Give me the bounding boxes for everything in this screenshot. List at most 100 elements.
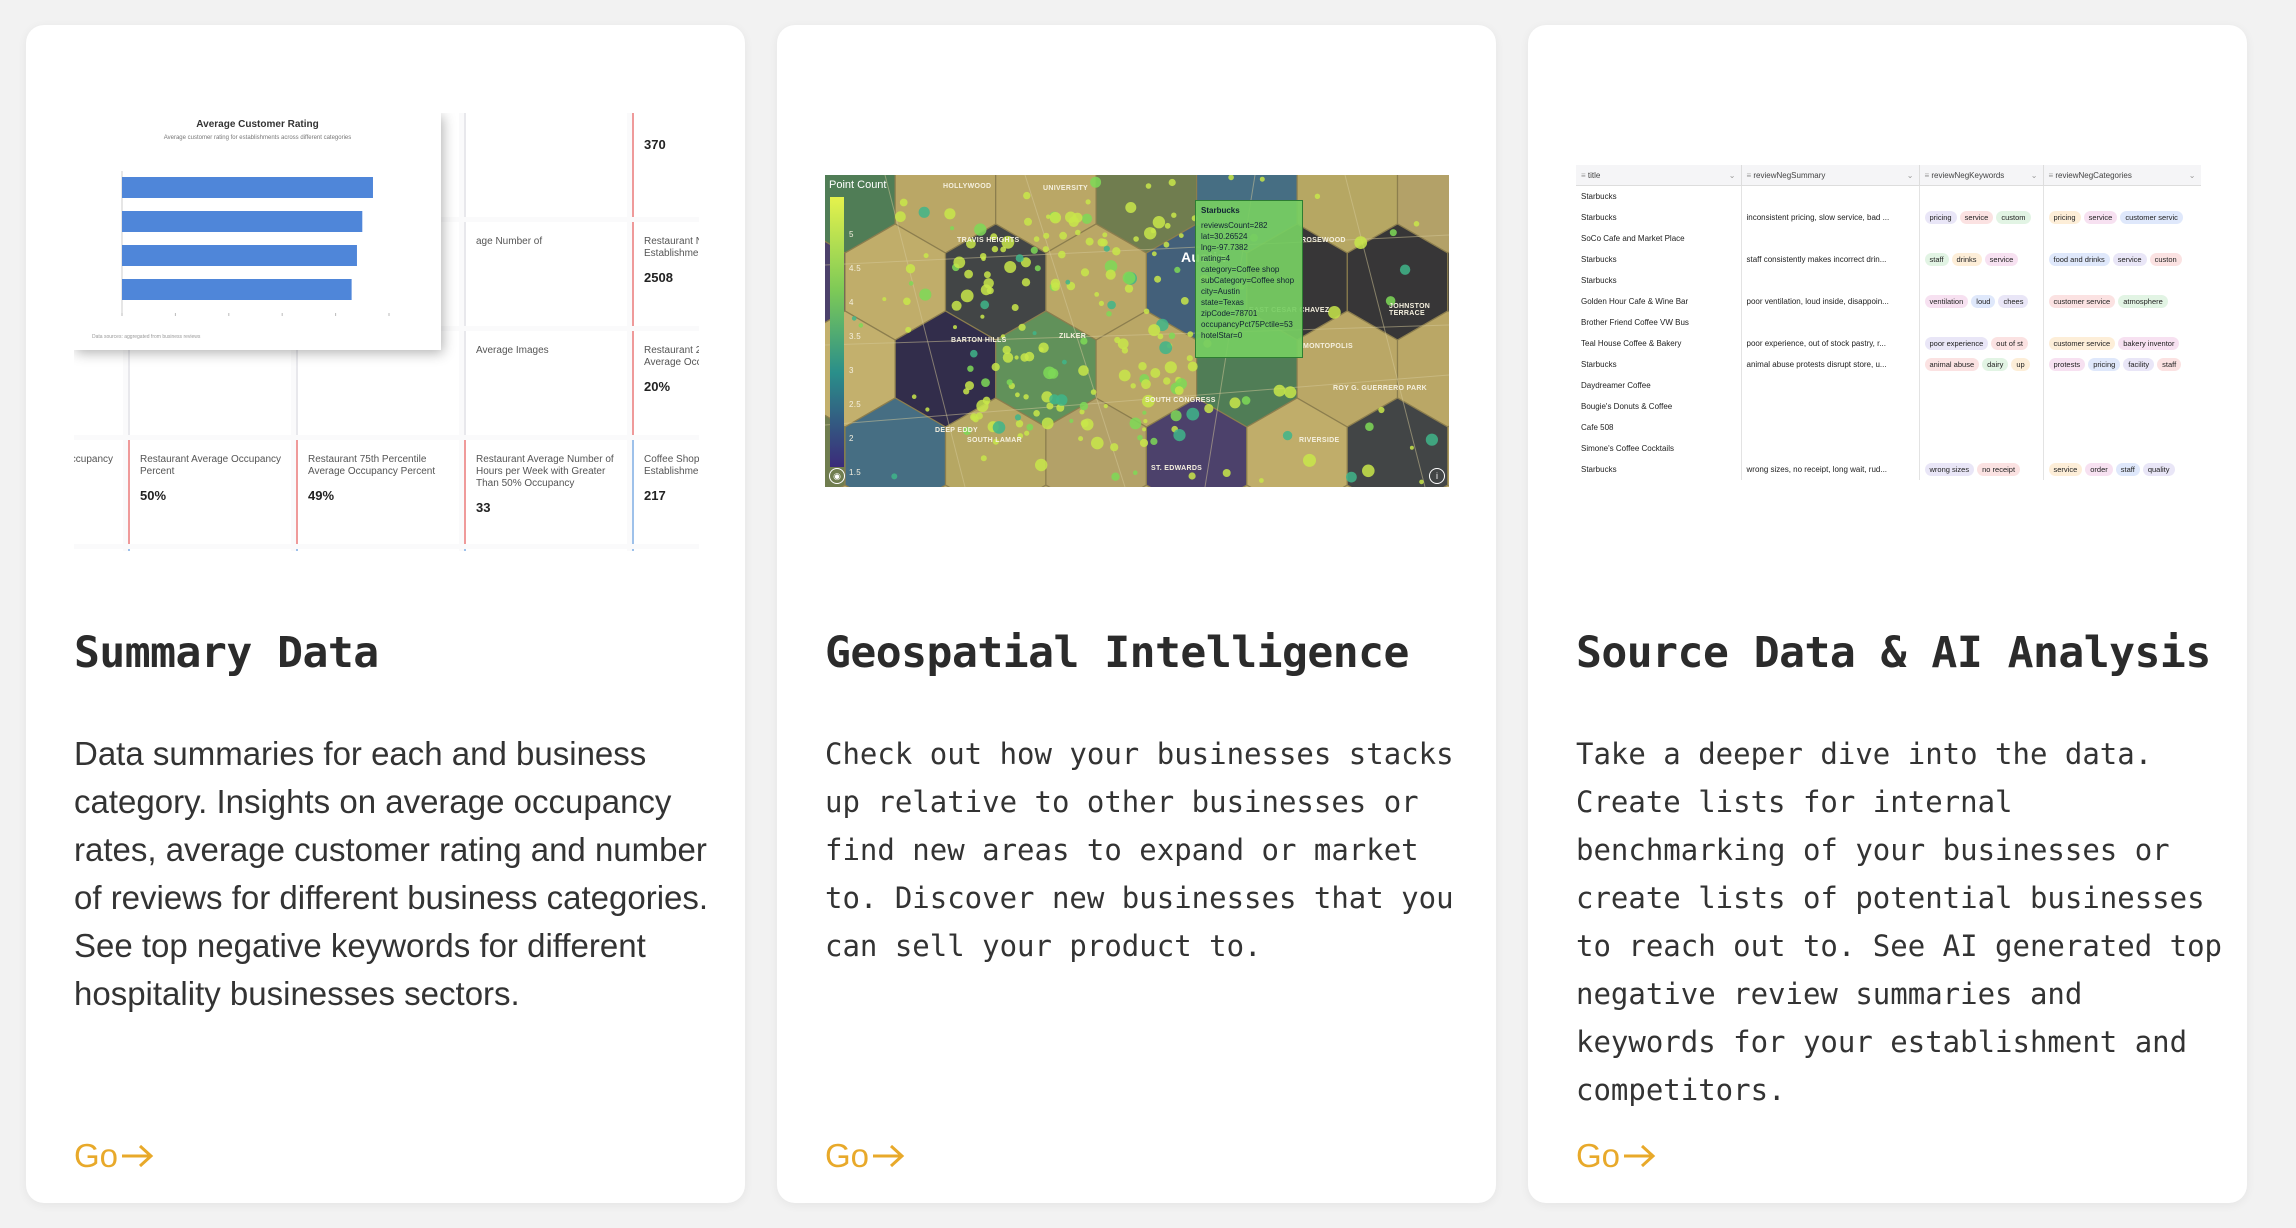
- categories-cell: [2043, 417, 2201, 438]
- summary-cell: poor ventilation, loud inside, disappoin…: [1741, 291, 1920, 312]
- metric-label: Coffee Shop Number of Establishments: [644, 454, 699, 477]
- keywords-cell: pricing service custom: [1919, 207, 2044, 228]
- table-row[interactable]: Simone's Coffee Cocktails: [1576, 438, 2201, 459]
- business-point: [1006, 379, 1013, 386]
- business-point: [1111, 472, 1120, 481]
- chevron-down-icon[interactable]: ⌄: [2189, 171, 2196, 180]
- map-place-label: ROSEWOOD: [1301, 237, 1346, 244]
- title-cell: Starbucks: [1576, 249, 1742, 270]
- table-row[interactable]: Bougie's Donuts & Coffee: [1576, 396, 2201, 417]
- source-data-go-link[interactable]: Go: [1576, 1137, 1656, 1175]
- business-point: [992, 421, 1006, 434]
- categories-cell: [2043, 312, 2201, 333]
- business-point: [911, 394, 917, 399]
- keyword-chip: ventilation: [1924, 295, 1969, 308]
- business-point: [1143, 419, 1148, 424]
- business-point: [1033, 236, 1040, 242]
- map-place-label: Roy G. Guerrero Park: [1333, 385, 1428, 392]
- business-point: [970, 349, 978, 358]
- business-point: [1378, 406, 1385, 414]
- table-row[interactable]: Starbucks inconsistent pricing, slow serv…: [1576, 207, 2201, 228]
- table-row[interactable]: Starbucks: [1576, 270, 2201, 291]
- table-header-row: ≡ title ⌄ ≡ reviewNegSummary ⌄ ≡ reviewNeg…: [1576, 165, 2201, 186]
- metric-value: 2508: [644, 270, 673, 285]
- column-header-label: reviewNegSummary: [1753, 170, 1826, 180]
- business-point: [983, 278, 994, 289]
- geospatial-go-link[interactable]: Go: [825, 1137, 905, 1175]
- chevron-down-icon[interactable]: ⌄: [1907, 171, 1914, 180]
- table-row[interactable]: Teal House Coffee & Bakery poor experienc…: [1576, 333, 2201, 354]
- category-chip: protests: [2048, 358, 2086, 371]
- business-point: [858, 323, 864, 328]
- table-row[interactable]: Cafe 508: [1576, 417, 2201, 438]
- table-row[interactable]: Starbucks wrong sizes, no receipt, long w…: [1576, 459, 2201, 480]
- location-icon[interactable]: ◉: [829, 468, 845, 484]
- info-icon[interactable]: i: [1429, 468, 1445, 484]
- business-point: [1145, 183, 1152, 189]
- chevron-down-icon[interactable]: ⌄: [1729, 171, 1736, 180]
- title-cell: Starbucks: [1576, 207, 1742, 228]
- business-point: [1187, 331, 1194, 337]
- business-point: [1106, 311, 1112, 317]
- business-point: [1103, 245, 1110, 252]
- table-row[interactable]: Daydreamer Coffee: [1576, 375, 2201, 396]
- business-point: [1282, 430, 1293, 441]
- table-row[interactable]: Starbucks staff consistently makes incorr…: [1576, 249, 2201, 270]
- column-header[interactable]: ≡ reviewNegCategories ⌄: [2043, 165, 2201, 186]
- business-point: [1125, 202, 1137, 213]
- category-chip: custon: [2149, 253, 2182, 266]
- rating-chart-footnote: Data sources: aggregated from business r…: [92, 334, 201, 340]
- geospatial-card: Point Count 5 4.5 4 3.5 3 2.5 2 1.5 HOLLYWOOD TR…: [777, 25, 1496, 1203]
- tooltip-line: reviewsCount=282: [1201, 221, 1268, 230]
- summary-cell: [1741, 417, 1920, 438]
- category-chip: pricing: [2048, 211, 2081, 224]
- business-point: [1157, 333, 1164, 340]
- metric-card: [464, 113, 627, 217]
- summary-cell: [1741, 270, 1920, 291]
- business-point: [1014, 414, 1022, 421]
- metric-value: 370: [644, 137, 666, 152]
- metric-value: 20%: [644, 379, 671, 394]
- business-point: [1015, 392, 1020, 398]
- business-point: [1110, 443, 1119, 452]
- business-point: [1065, 279, 1071, 285]
- business-point: [1014, 355, 1019, 360]
- table-row[interactable]: Brother Friend Coffee VW Bus: [1576, 312, 2201, 333]
- tooltip-lines: reviewsCount=282 lat=30.26524 lng=-97.7382…: [1201, 220, 1297, 341]
- business-point: [1389, 229, 1397, 237]
- summary-go-link[interactable]: Go: [74, 1137, 154, 1175]
- title-cell: Daydreamer Coffee: [1576, 375, 1742, 396]
- table-row[interactable]: Starbucks animal abuse protests disrupt s…: [1576, 354, 2201, 375]
- keywords-cell: [1919, 396, 2044, 417]
- map-place-label: SOUTH LAMAR: [967, 437, 1023, 444]
- metric-card: 370: [632, 113, 699, 217]
- table-row[interactable]: Starbucks: [1576, 185, 2201, 207]
- table-row[interactable]: Golden Hour Cafe & Wine Bar poor ventilat…: [1576, 291, 2201, 312]
- column-header[interactable]: ≡ reviewNegKeywords ⌄: [1919, 165, 2044, 186]
- legend-color-ramp: [830, 197, 844, 467]
- business-point: [1303, 453, 1316, 467]
- table-row[interactable]: SoCo Cafe and Market Place: [1576, 228, 2201, 249]
- chevron-down-icon[interactable]: ⌄: [2031, 171, 2038, 180]
- tooltip-line: zipCode=78701: [1201, 309, 1258, 318]
- legend-tick: 3.5: [849, 332, 862, 341]
- legend-tick: 5: [849, 230, 854, 239]
- business-point: [1180, 297, 1189, 305]
- business-point: [1164, 361, 1177, 374]
- category-chip: order: [2085, 463, 2113, 476]
- column-header[interactable]: ≡ reviewNegSummary ⌄: [1741, 165, 1920, 186]
- title-cell: Starbucks: [1576, 185, 1742, 207]
- arrow-right-icon: [873, 1144, 905, 1168]
- business-point: [1000, 246, 1007, 253]
- business-point: [1346, 471, 1357, 483]
- column-header[interactable]: ≡ title ⌄: [1576, 165, 1742, 186]
- legend-tick: 1.5: [849, 468, 862, 477]
- categories-cell: [2043, 270, 2201, 291]
- summary-cell: staff consistently makes incorrect drin.…: [1741, 249, 1920, 270]
- map-place-label: JOHNSTON TERRACE: [1389, 303, 1431, 317]
- business-point: [950, 226, 955, 231]
- business-point: [984, 271, 991, 279]
- business-point: [953, 325, 957, 330]
- tooltip-line: category=Coffee shop: [1201, 265, 1280, 274]
- business-point: [1259, 176, 1265, 182]
